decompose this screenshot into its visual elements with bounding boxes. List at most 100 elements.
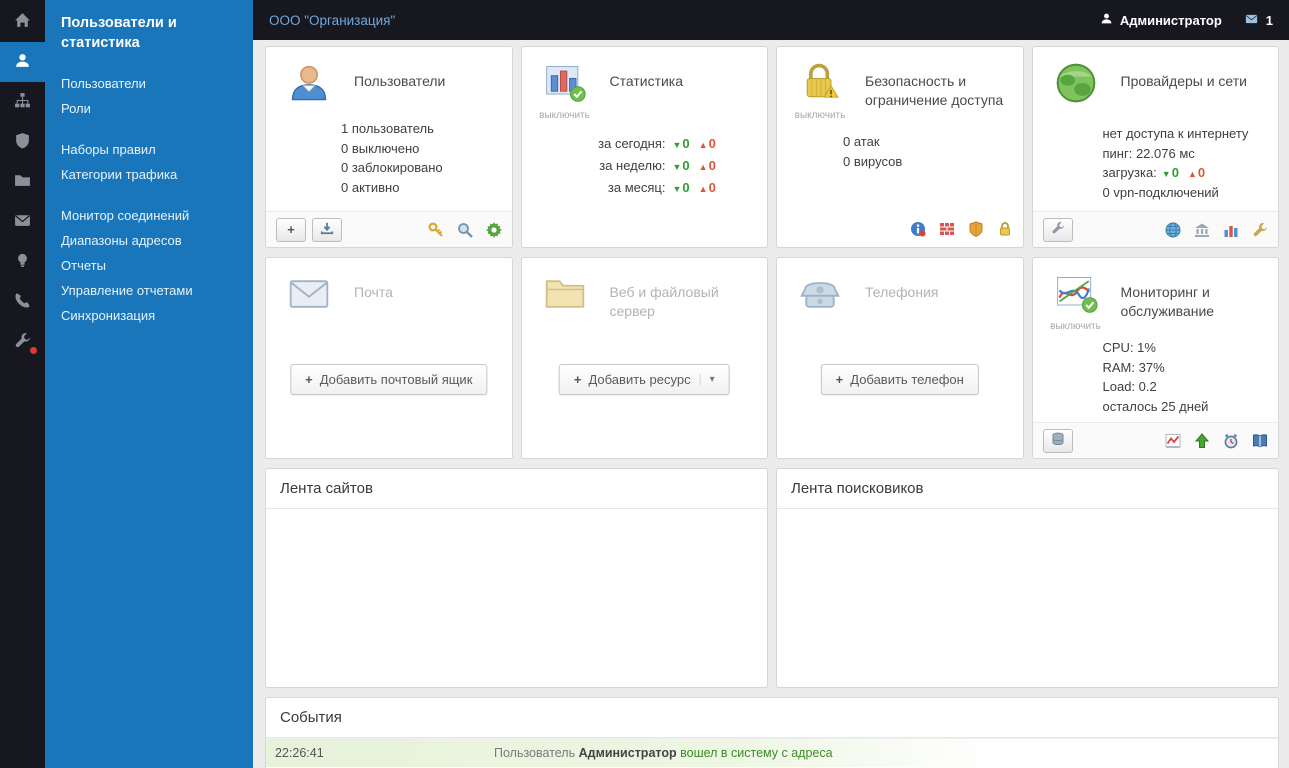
mail-count: 1 bbox=[1265, 12, 1273, 28]
providers-settings-button[interactable] bbox=[1042, 217, 1073, 242]
card-statistics-head: выключить Статистика bbox=[522, 47, 768, 121]
topbar-right: Администратор 1 bbox=[1100, 12, 1273, 28]
card-providers-title: Провайдеры и сети bbox=[1120, 73, 1247, 89]
rail-security-button[interactable] bbox=[0, 122, 45, 162]
rail-reports-button[interactable] bbox=[0, 242, 45, 282]
up-arrow-icon: ▲ bbox=[698, 162, 708, 172]
organization-title[interactable]: ООО "Организация" bbox=[269, 13, 395, 28]
stat-down-value: ▼0 bbox=[672, 136, 690, 151]
statistics-disable-link[interactable]: выключить bbox=[536, 110, 594, 121]
phone-icon bbox=[14, 292, 31, 312]
gear-icon[interactable] bbox=[485, 221, 502, 238]
sidebar-item-sync[interactable]: Синхронизация bbox=[45, 303, 253, 328]
security-lock-big-icon bbox=[798, 63, 842, 108]
topbar-mail-indicator[interactable]: 1 bbox=[1244, 13, 1273, 28]
event-time: 22:26:41 bbox=[275, 746, 324, 760]
wrench-icon bbox=[14, 332, 31, 352]
stat-row-label: за неделю: bbox=[599, 158, 666, 173]
globe-icon[interactable] bbox=[1165, 222, 1181, 238]
statistics-big-icon bbox=[543, 66, 587, 108]
rail-home-button[interactable] bbox=[0, 2, 45, 42]
card-users-head: Пользователи bbox=[266, 47, 512, 108]
add-resource-button[interactable]: + Добавить ресурс ▾ bbox=[558, 364, 730, 395]
card-providers: Провайдеры и сети нет доступа к интернет… bbox=[1031, 46, 1279, 248]
folder-big-icon bbox=[543, 280, 587, 319]
monitoring-big-icon bbox=[1054, 277, 1098, 319]
rail-settings-button[interactable] bbox=[0, 322, 45, 362]
sidebar-item-traffic-categories[interactable]: Категории трафика bbox=[45, 162, 253, 187]
wrench-icon bbox=[1051, 221, 1065, 238]
rail-mail-button[interactable] bbox=[0, 202, 45, 242]
card-security-stats: 0 атак 0 вирусов bbox=[777, 121, 1023, 171]
alert-info-icon[interactable] bbox=[910, 221, 926, 237]
bar-chart-icon[interactable] bbox=[1223, 222, 1239, 238]
card-webserver: Веб и файловый сервер + Добавить ресурс … bbox=[520, 257, 768, 459]
lock-icon[interactable] bbox=[997, 221, 1013, 237]
key-icon[interactable] bbox=[427, 221, 444, 238]
event-user: Администратор bbox=[578, 746, 677, 760]
stat-line: 0 активно bbox=[341, 179, 400, 195]
security-disable-link[interactable]: выключить bbox=[791, 110, 849, 121]
up-arrow-icon: ▲ bbox=[698, 184, 708, 194]
icon-rail bbox=[0, 0, 45, 768]
wrench-icon[interactable] bbox=[1252, 222, 1268, 238]
monitoring-disable-link[interactable]: выключить bbox=[1047, 321, 1105, 332]
card-statistics-title: Статистика bbox=[609, 73, 684, 89]
sidebar-item-rulesets[interactable]: Наборы правил bbox=[45, 137, 253, 162]
add-phone-button[interactable]: + Добавить телефон bbox=[820, 364, 979, 395]
stat-row-label: за сегодня: bbox=[598, 136, 666, 151]
load-line: Load: 0.2 bbox=[1102, 379, 1157, 394]
stat-up-value: ▲0 bbox=[698, 136, 716, 151]
line-chart-icon[interactable] bbox=[1165, 433, 1181, 449]
sidebar-item-roles[interactable]: Роли bbox=[45, 96, 253, 121]
sidebar-item-reports[interactable]: Отчеты bbox=[45, 253, 253, 278]
sidebar-item-connections-monitor[interactable]: Монитор соединений bbox=[45, 203, 253, 228]
sitemap-icon bbox=[14, 92, 31, 112]
stat-line: 0 вирусов bbox=[843, 153, 903, 169]
card-users: Пользователи 1 пользователь 0 выключено … bbox=[265, 46, 513, 248]
sidebar-item-address-ranges[interactable]: Диапазоны адресов bbox=[45, 228, 253, 253]
arrow-up-icon[interactable] bbox=[1194, 432, 1210, 449]
rail-rules-button[interactable] bbox=[0, 82, 45, 122]
card-telephony-title: Телефония bbox=[865, 284, 939, 300]
days-left-line: осталось 25 дней bbox=[1102, 398, 1209, 414]
sidebar-group-users: Пользователи Роли bbox=[45, 71, 253, 121]
notification-dot bbox=[30, 347, 37, 354]
card-users-title: Пользователи bbox=[354, 73, 446, 89]
add-mailbox-button[interactable]: + Добавить почтовый ящик bbox=[290, 364, 488, 395]
alarm-clock-icon[interactable] bbox=[1223, 433, 1239, 449]
event-part2: вошел в систему с адреса bbox=[680, 746, 833, 760]
book-icon[interactable] bbox=[1252, 433, 1268, 449]
plus-icon: + bbox=[287, 222, 295, 237]
search-feed-title: Лента поисковиков bbox=[777, 469, 1278, 509]
folder-icon bbox=[14, 172, 31, 192]
events-title: События bbox=[266, 698, 1278, 738]
stat-down-value: ▼0 bbox=[672, 158, 690, 173]
bank-icon[interactable] bbox=[1194, 222, 1210, 238]
load-label: загрузка: bbox=[1102, 165, 1157, 180]
card-security-head: выключить Безопасность и ограничение дос… bbox=[777, 47, 1023, 121]
search-icon[interactable] bbox=[457, 222, 473, 238]
sidebar-group-rules: Наборы правил Категории трафика bbox=[45, 137, 253, 187]
card-users-footer: + bbox=[266, 211, 512, 247]
add-user-button[interactable]: + bbox=[276, 217, 306, 242]
plus-icon: + bbox=[835, 372, 844, 387]
ram-line: RAM: 37% bbox=[1102, 359, 1165, 375]
rail-telephony-button[interactable] bbox=[0, 282, 45, 322]
dashboard-content: Пользователи 1 пользователь 0 выключено … bbox=[253, 40, 1289, 768]
card-telephony-head: Телефония bbox=[777, 258, 1023, 319]
firewall-icon[interactable] bbox=[939, 221, 955, 237]
topbar-user-menu[interactable]: Администратор bbox=[1100, 12, 1222, 28]
plus-icon: + bbox=[573, 372, 582, 387]
import-users-button[interactable] bbox=[312, 217, 342, 242]
load-down-value: ▼0 bbox=[1161, 165, 1179, 180]
rail-files-button[interactable] bbox=[0, 162, 45, 202]
event-part1: Пользователь bbox=[494, 746, 576, 760]
database-button[interactable] bbox=[1042, 428, 1073, 453]
card-telephony: Телефония + Добавить телефон bbox=[776, 257, 1024, 459]
shield-icon[interactable] bbox=[968, 221, 984, 237]
rail-users-button[interactable] bbox=[0, 42, 45, 82]
sidebar-item-users[interactable]: Пользователи bbox=[45, 71, 253, 96]
download-icon bbox=[320, 221, 334, 238]
sidebar-item-report-management[interactable]: Управление отчетами bbox=[45, 278, 253, 303]
